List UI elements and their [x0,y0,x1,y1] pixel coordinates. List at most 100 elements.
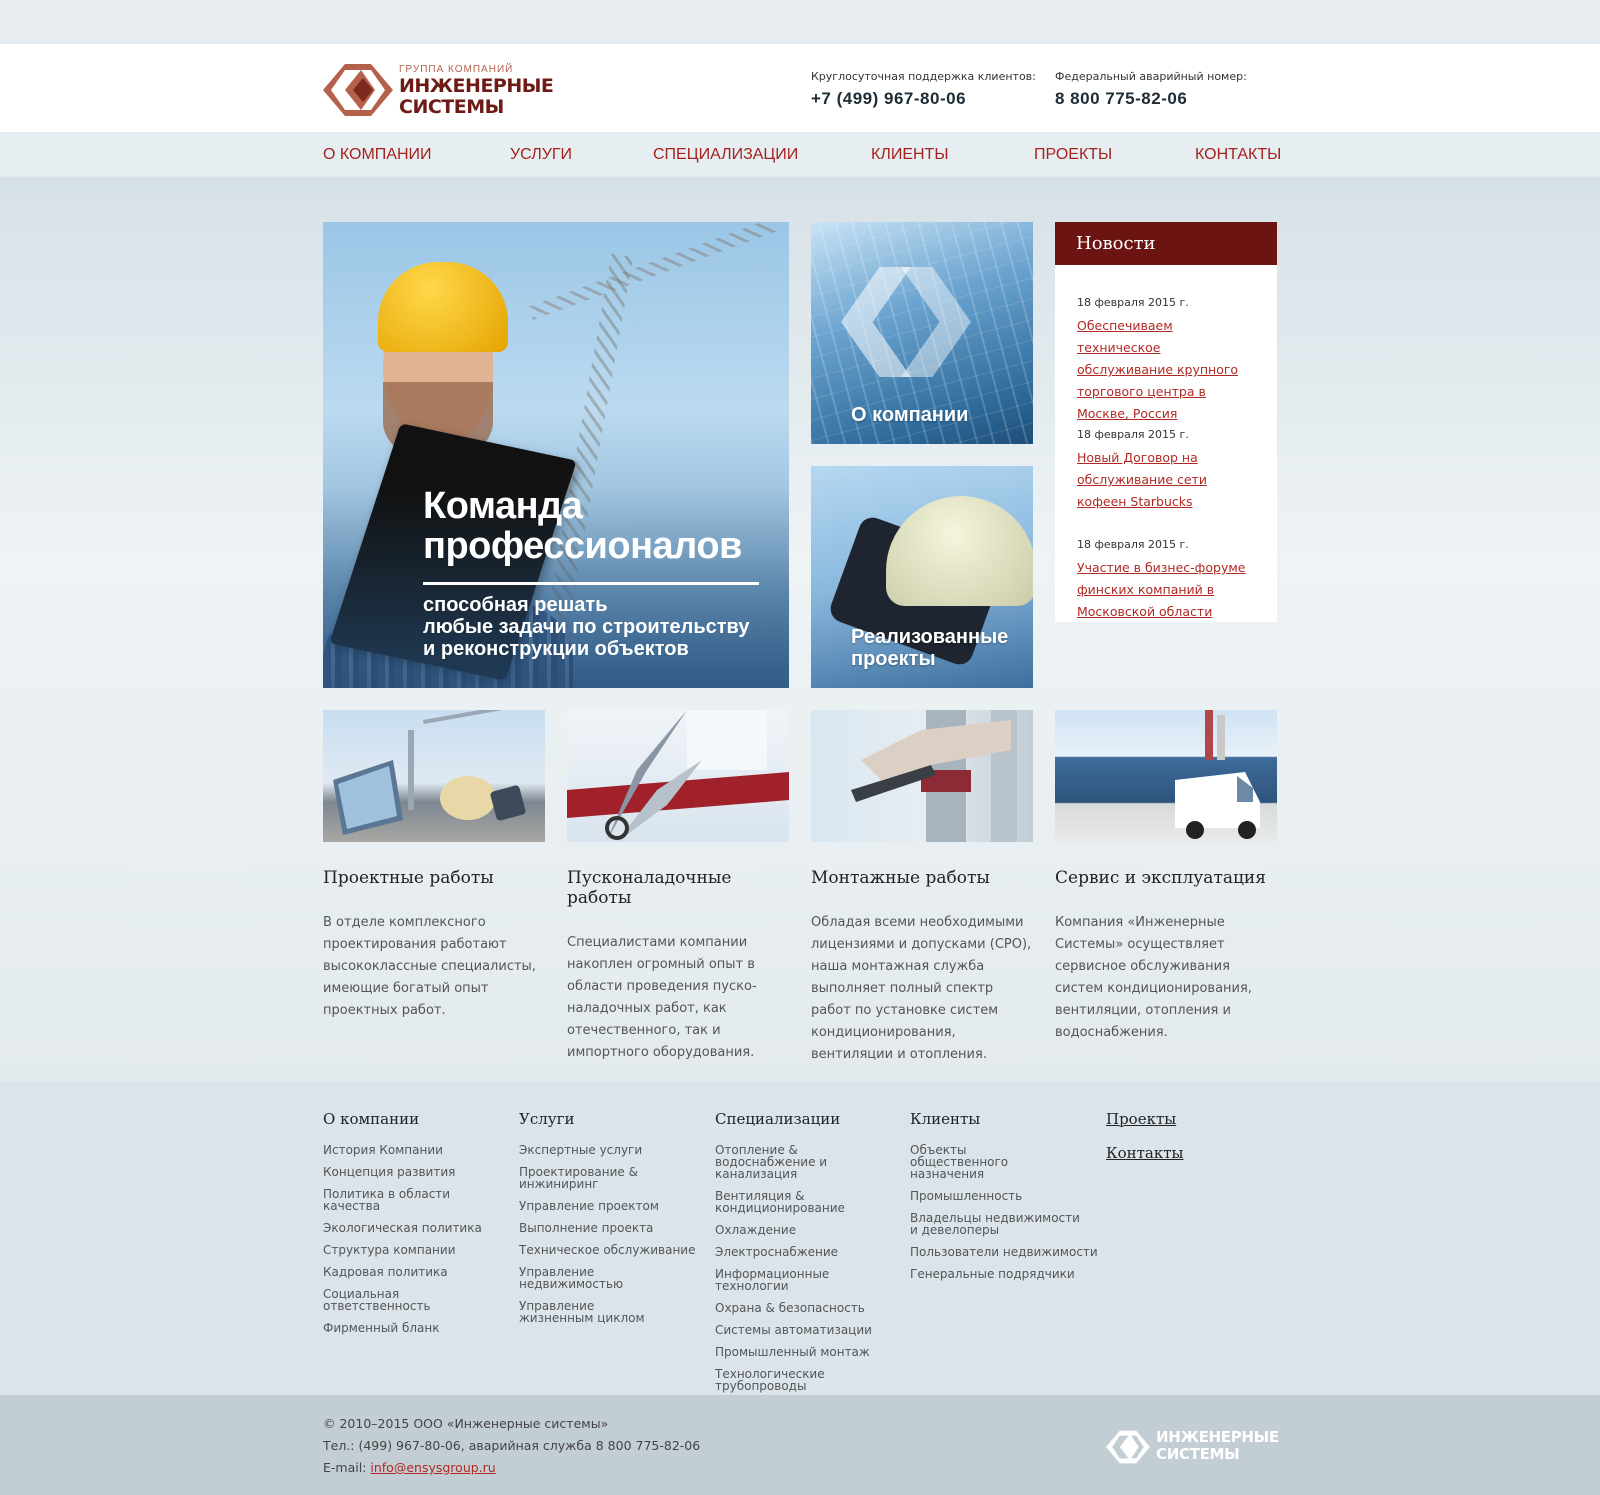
hero-banner[interactable]: Команда профессионалов способная решать … [323,222,789,688]
footer-link[interactable]: Проектирование & инжиниринг [519,1166,639,1190]
footer-col-title[interactable]: О компании [323,1110,503,1128]
service-description: Специалистами компании накоплен огромный… [567,935,757,1060]
footer-link[interactable]: Промышленность [910,1190,1090,1202]
service-title[interactable]: Монтажные работы [811,868,1033,888]
service-van-image [1175,710,1260,839]
footer-link-projects[interactable]: Проекты [1106,1110,1184,1128]
footer-link-contacts[interactable]: Контакты [1106,1144,1184,1162]
tile-projects-label: Реализованные проекты [851,626,1008,670]
tile-projects-label-line1: Реализованные [851,626,1009,648]
nav-item-services[interactable]: УСЛУГИ [510,146,572,164]
crane-image [528,222,778,321]
logo-title-line1: ИНЖЕНЕРНЫЕ [399,75,554,97]
hero-title-line1: Команда [423,485,583,527]
logo[interactable]: ГРУППА КОМПАНИЙ ИНЖЕНЕРНЫЕ СИСТЕМЫ [323,62,554,118]
news-panel: Новости 18 февраля 2015 г. Обеспечиваем … [1055,222,1277,622]
footer-link[interactable]: Структура компании [323,1244,503,1256]
footer-link[interactable]: Фирменный бланк [323,1322,503,1334]
email-link[interactable]: info@ensysgroup.ru [370,1460,495,1475]
service-image-service[interactable] [1055,710,1277,842]
footer-link[interactable]: Охлаждение [715,1224,895,1236]
footer-logo[interactable]: ИНЖЕНЕРНЫЕ СИСТЕМЫ [1106,1427,1279,1467]
service-title[interactable]: Пусконаладочные работы [567,868,789,908]
logo-title: ИНЖЕНЕРНЫЕ СИСТЕМЫ [399,75,554,118]
footer-col-title[interactable]: Клиенты [910,1110,1100,1128]
logo-subtitle: ГРУППА КОМПАНИЙ [399,64,514,75]
footer-col-title[interactable]: Специализации [715,1110,905,1128]
nav-item-clients[interactable]: КЛИЕНТЫ [871,146,948,164]
news-title: Новости [1055,222,1277,265]
header: ГРУППА КОМПАНИЙ ИНЖЕНЕРНЫЕ СИСТЕМЫ Кругл… [0,44,1600,132]
news-link[interactable]: Участие в бизнес-форуме финских компаний… [1077,557,1257,623]
service-description: Компания «Инженерные Системы» осуществля… [1055,915,1252,1040]
footer-link[interactable]: Кадровая политика [323,1266,503,1278]
footer-link[interactable]: Политика в области качества [323,1188,503,1212]
footer-link[interactable]: Охрана & безопасность [715,1302,895,1314]
nav-item-specializations[interactable]: СПЕЦИАЛИЗАЦИИ [653,146,798,164]
hero-subtitle-line1: способная решать [423,594,608,616]
scissors-ribbon-image [567,710,789,842]
footer-link[interactable]: Технологические трубопроводы [715,1368,825,1392]
service-title[interactable]: Проектные работы [323,868,545,888]
support-contact: Круглосуточная поддержка клиентов: +7 (4… [811,70,1036,109]
footer-link[interactable]: Выполнение проекта [519,1222,699,1234]
service-description: Обладая всеми необходимыми лицензиями и … [811,915,1032,1062]
email-label: E-mail: [323,1460,371,1475]
tile-projects[interactable]: Реализованные проекты [811,466,1033,688]
news-link[interactable]: Обеспечиваем техническое обслуживание кр… [1077,315,1257,425]
footer-col-about: О компании История Компании Концепция ра… [323,1110,503,1344]
footer-link[interactable]: Техническое обслуживание [519,1244,699,1256]
footer-col-clients: Клиенты Объекты общественного назначения… [910,1110,1100,1290]
bottom-email-row: E-mail: info@ensysgroup.ru [323,1457,700,1479]
footer-link[interactable]: Пользователи недвижимости [910,1246,1100,1258]
nav-item-about[interactable]: О КОМПАНИИ [323,146,432,164]
service-image-design[interactable] [323,710,545,842]
service-card-installation: Монтажные работы Обладая всеми необходим… [811,710,1033,1066]
footer-link[interactable]: Генеральные подрядчики [910,1268,1090,1280]
footer-link[interactable]: Объекты общественного назначения [910,1144,1060,1180]
hard-hat-image [886,496,1033,606]
footer-link[interactable]: Отопление & водоснабжение и канализация [715,1144,895,1180]
footer-logo-line2: СИСТЕМЫ [1156,1445,1240,1463]
tile-about-label: О компании [851,404,969,426]
logo-mark-icon [1106,1430,1150,1464]
service-image-installation[interactable] [811,710,1033,842]
service-image-commissioning[interactable] [567,710,789,842]
footer-logo-text: ИНЖЕНЕРНЫЕ СИСТЕМЫ [1156,1429,1279,1463]
service-title[interactable]: Сервис и эксплуатация [1055,868,1277,888]
footer-link[interactable]: Электроснабжение [715,1246,895,1258]
footer-link[interactable]: Управление жизненным циклом [519,1300,669,1324]
footer-link[interactable]: Владельцы недвижимости и девелоперы [910,1212,1080,1236]
footer-link[interactable]: Экологическая политика [323,1222,503,1234]
footer-col-title[interactable]: Услуги [519,1110,699,1128]
news-date: 18 февраля 2015 г. [1077,428,1189,441]
hero-subtitle-line2: любые задачи по строительству [423,616,750,638]
footer-link[interactable]: Экспертные услуги [519,1144,699,1156]
emergency-label: Федеральный аварийный номер: [1055,70,1247,83]
news-item: 18 февраля 2015 г. Участие в бизнес-фору… [1077,538,1257,623]
bottom-phones: Тел.: (499) 967-80-06, аварийная служба … [323,1438,701,1453]
support-phone[interactable]: +7 (499) 967-80-06 [811,89,1036,109]
footer-link[interactable]: Социальная ответственность [323,1288,503,1312]
footer-link[interactable]: Промышленный монтаж [715,1346,895,1358]
footer-link[interactable]: Управление недвижимостью [519,1266,699,1290]
news-link[interactable]: Новый Договор на обслуживание сети кофее… [1077,447,1257,513]
footer-link[interactable]: Информационные технологии [715,1268,905,1292]
footer-link[interactable]: Системы автоматизации [715,1324,895,1336]
footer-link[interactable]: История Компании [323,1144,503,1156]
footer-link[interactable]: Управление проектом [519,1200,699,1212]
tile-about-company[interactable]: О компании [811,222,1033,444]
nav-item-projects[interactable]: ПРОЕКТЫ [1034,146,1112,164]
news-item: 18 февраля 2015 г. Новый Договор на обсл… [1077,428,1257,513]
emergency-contact: Федеральный аварийный номер: 8 800 775-8… [1055,70,1247,109]
logo-mark-icon [323,64,393,116]
footer-col-services: Услуги Экспертные услуги Проектирование … [519,1110,699,1334]
news-date: 18 февраля 2015 г. [1077,538,1189,551]
footer-col-links: Проекты Контакты [1106,1110,1184,1178]
footer-link[interactable]: Вентиляция & кондиционирование [715,1190,845,1214]
footer-link[interactable]: Концепция развития [323,1166,503,1178]
hero-subtitle: способная решать любые задачи по строите… [423,594,783,660]
news-item: 18 февраля 2015 г. Обеспечиваем техничес… [1077,296,1257,425]
nav-item-contacts[interactable]: КОНТАКТЫ [1195,146,1281,164]
emergency-phone[interactable]: 8 800 775-82-06 [1055,89,1247,109]
